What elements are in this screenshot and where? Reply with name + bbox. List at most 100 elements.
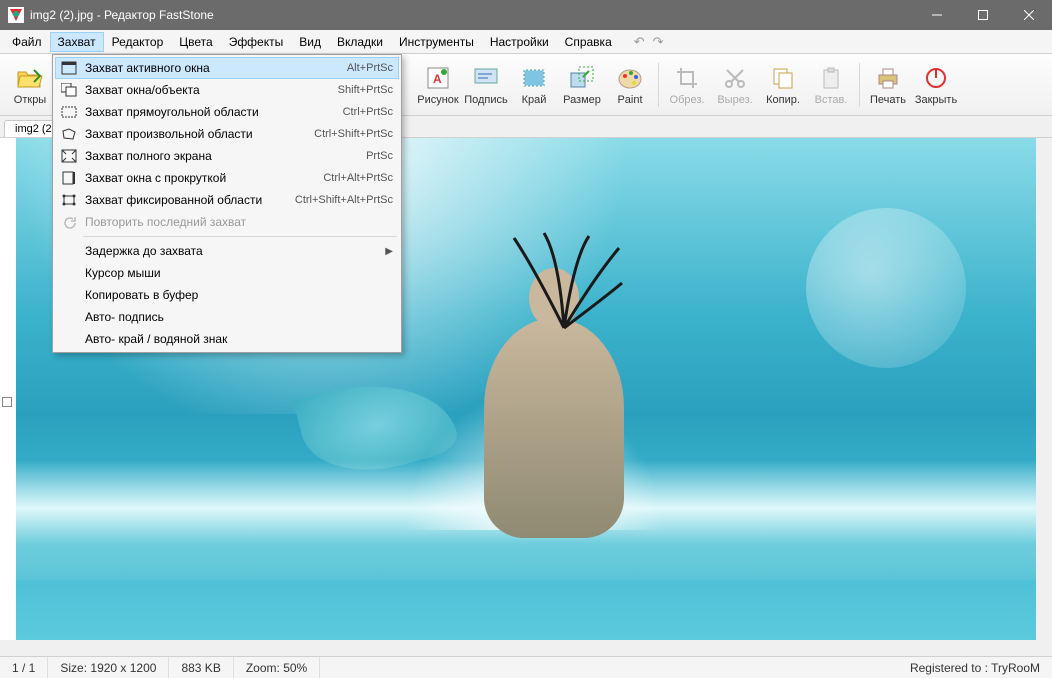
caption-button[interactable]: Подпись xyxy=(462,57,510,113)
menu-item-shortcut: Ctrl+Shift+PrtSc xyxy=(314,128,393,140)
menu-capture-cursor[interactable]: Курсор мыши xyxy=(55,262,399,284)
menu-view[interactable]: Вид xyxy=(291,32,329,52)
svg-text:A: A xyxy=(433,72,442,86)
menu-item-label: Захват произвольной области xyxy=(85,127,314,141)
cut-button[interactable]: Вырез. xyxy=(711,57,759,113)
crop-icon xyxy=(673,64,701,92)
toolbar-separator xyxy=(658,63,659,107)
menu-editor[interactable]: Редактор xyxy=(104,32,172,52)
print-label: Печать xyxy=(870,94,906,106)
draw-button[interactable]: A Рисунок xyxy=(414,57,462,113)
cut-label: Вырез. xyxy=(717,94,752,106)
rect-icon xyxy=(59,104,79,120)
status-zoom-value: 50% xyxy=(283,661,307,675)
draw-label: Рисунок xyxy=(417,94,459,106)
open-label: Откры xyxy=(14,94,46,106)
menu-item-label: Захват окна/объекта xyxy=(85,83,338,97)
menu-capture-rect[interactable]: Захват прямоугольной области Ctrl+PrtSc xyxy=(55,101,399,123)
paint-label: Paint xyxy=(617,94,642,106)
scroll-corner xyxy=(1036,640,1052,656)
menu-item-label: Захват полного экрана xyxy=(85,149,366,163)
menu-capture-fullscreen[interactable]: Захват полного экрана PrtSc xyxy=(55,145,399,167)
menu-item-shortcut: Shift+PrtSc xyxy=(338,84,393,96)
close-label: Закрыть xyxy=(915,94,957,106)
open-button[interactable]: Откры xyxy=(6,57,54,113)
fullscreen-icon xyxy=(59,148,79,164)
clipboard-icon xyxy=(817,64,845,92)
menu-help[interactable]: Справка xyxy=(557,32,620,52)
caption-icon xyxy=(472,64,500,92)
resize-icon xyxy=(568,64,596,92)
menu-item-shortcut: PrtSc xyxy=(366,150,393,162)
menu-capture-delay[interactable]: Задержка до захвата ▶ xyxy=(55,240,399,262)
crop-label: Обрез. xyxy=(670,94,705,106)
menu-item-label: Захват фиксированной области xyxy=(85,193,295,207)
menu-item-label: Повторить последний захват xyxy=(85,215,393,229)
menu-item-label: Копировать в буфер xyxy=(85,288,393,302)
crop-handle-left[interactable] xyxy=(2,397,12,407)
object-icon xyxy=(59,82,79,98)
palette-icon xyxy=(616,64,644,92)
menu-capture-scrolling[interactable]: Захват окна с прокруткой Ctrl+Alt+PrtSc xyxy=(55,167,399,189)
resize-button[interactable]: Размер xyxy=(558,57,606,113)
status-size: Size: 1920 x 1200 xyxy=(48,657,169,678)
menu-item-label: Задержка до захвата xyxy=(85,244,385,258)
menu-item-shortcut: Ctrl+PrtSc xyxy=(343,106,393,118)
close-button-toolbar[interactable]: Закрыть xyxy=(912,57,960,113)
menu-colors[interactable]: Цвета xyxy=(171,32,220,52)
edge-button[interactable]: Край xyxy=(510,57,558,113)
repeat-icon xyxy=(59,214,79,230)
undo-icon[interactable]: ↶ xyxy=(630,34,649,50)
maximize-button[interactable] xyxy=(960,0,1006,30)
draw-icon: A xyxy=(424,64,452,92)
toolbar-separator xyxy=(859,63,860,107)
menu-capture-active-window[interactable]: Захват активного окна Alt+PrtSc xyxy=(55,57,399,79)
menu-capture-auto-edge[interactable]: Авто- край / водяной знак xyxy=(55,328,399,350)
menu-item-label: Курсор мыши xyxy=(85,266,393,280)
horizontal-scrollbar[interactable] xyxy=(0,640,1036,656)
minimize-button[interactable] xyxy=(914,0,960,30)
menu-separator xyxy=(83,236,397,237)
menu-capture-auto-caption[interactable]: Авто- подпись xyxy=(55,306,399,328)
print-button[interactable]: Печать xyxy=(864,57,912,113)
paste-button[interactable]: Встав. xyxy=(807,57,855,113)
menu-capture[interactable]: Захват xyxy=(50,32,104,52)
menu-item-shortcut: Alt+PrtSc xyxy=(347,62,393,74)
menu-tools[interactable]: Инструменты xyxy=(391,32,482,52)
status-zoom: Zoom: 50% xyxy=(234,657,320,678)
menu-item-label: Захват прямоугольной области xyxy=(85,105,343,119)
menu-capture-copy-buffer[interactable]: Копировать в буфер xyxy=(55,284,399,306)
crop-button[interactable]: Обрез. xyxy=(663,57,711,113)
status-size-value: 1920 x 1200 xyxy=(90,661,156,675)
menu-item-label: Захват активного окна xyxy=(85,61,347,75)
menu-effects[interactable]: Эффекты xyxy=(221,32,292,52)
status-registered: Registered to : TryRooM xyxy=(898,661,1052,675)
scissors-icon xyxy=(721,64,749,92)
menu-capture-repeat: Повторить последний захват xyxy=(55,211,399,233)
paint-button[interactable]: Paint xyxy=(606,57,654,113)
menu-tabs[interactable]: Вкладки xyxy=(329,32,391,52)
menu-capture-freeform[interactable]: Захват произвольной области Ctrl+Shift+P… xyxy=(55,123,399,145)
statusbar: 1 / 1 Size: 1920 x 1200 883 KB Zoom: 50%… xyxy=(0,656,1052,678)
menu-item-shortcut: Ctrl+Shift+Alt+PrtSc xyxy=(295,194,393,206)
menu-capture-fixed[interactable]: Захват фиксированной области Ctrl+Shift+… xyxy=(55,189,399,211)
copy-label: Копир. xyxy=(766,94,800,106)
folder-open-icon xyxy=(16,64,44,92)
redo-icon[interactable]: ↷ xyxy=(649,34,668,50)
edge-icon xyxy=(520,64,548,92)
copy-button[interactable]: Копир. xyxy=(759,57,807,113)
status-zoom-label: Zoom: xyxy=(246,661,280,675)
copy-icon xyxy=(769,64,797,92)
paste-label: Встав. xyxy=(815,94,848,106)
close-button[interactable] xyxy=(1006,0,1052,30)
menu-item-shortcut: Ctrl+Alt+PrtSc xyxy=(323,172,393,184)
menu-item-label: Авто- край / водяной знак xyxy=(85,332,393,346)
power-icon xyxy=(922,64,950,92)
status-page: 1 / 1 xyxy=(0,657,48,678)
vertical-scrollbar[interactable] xyxy=(1036,138,1052,640)
menu-item-label: Авто- подпись xyxy=(85,310,393,324)
menu-file[interactable]: Файл xyxy=(4,32,50,52)
menu-settings[interactable]: Настройки xyxy=(482,32,557,52)
menu-capture-window-object[interactable]: Захват окна/объекта Shift+PrtSc xyxy=(55,79,399,101)
status-size-label: Size: xyxy=(60,661,87,675)
